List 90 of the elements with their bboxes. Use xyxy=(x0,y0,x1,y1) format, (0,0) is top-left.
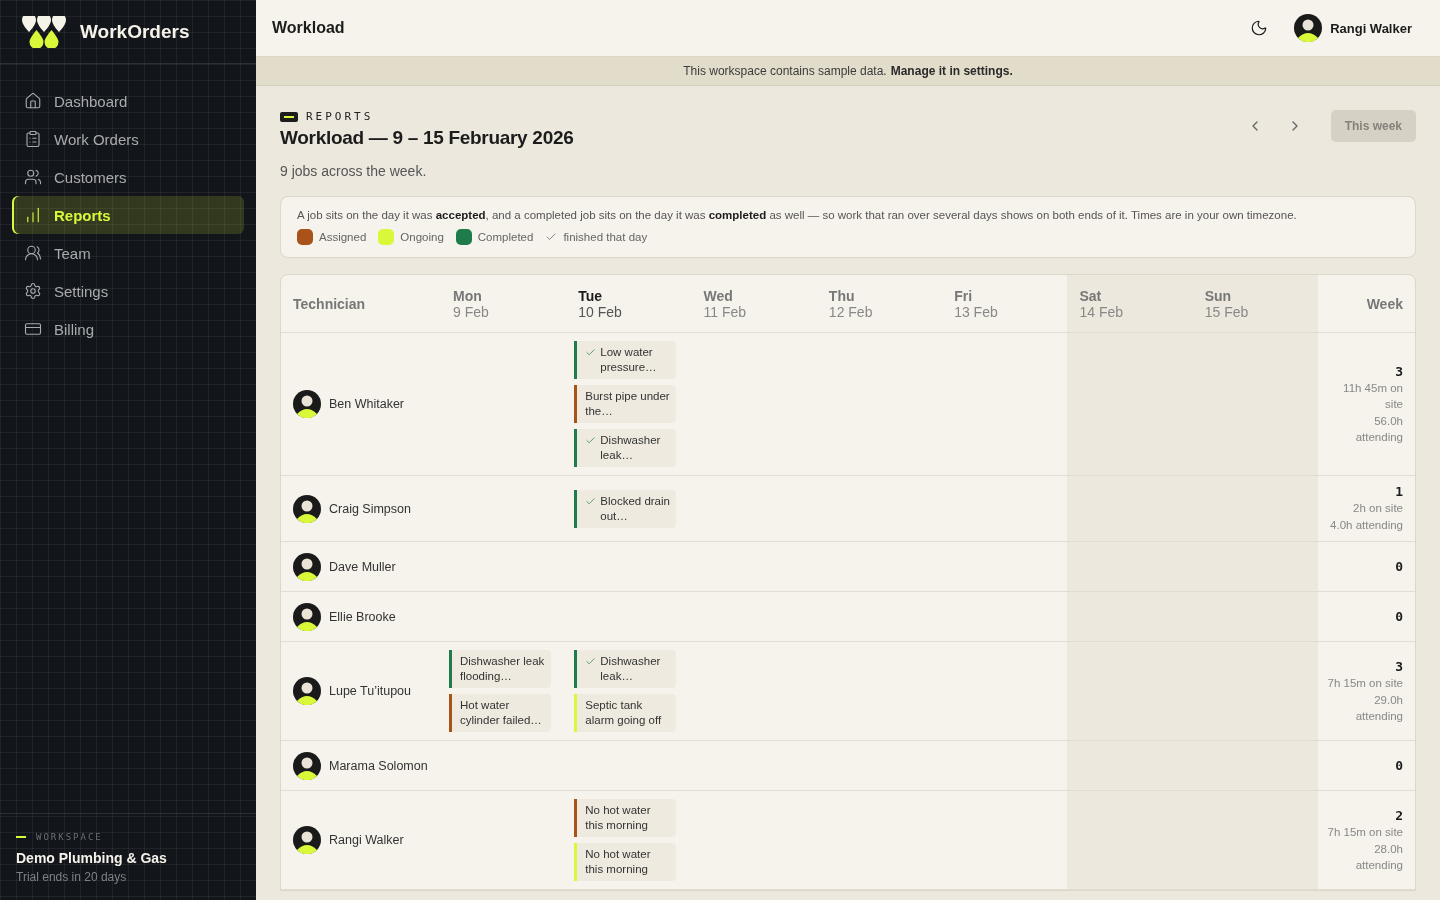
legend-label: finished that day xyxy=(563,231,648,243)
banner-text: This workspace contains sample data. Manage it in settings. xyxy=(683,64,1013,78)
workspace-name: Demo Plumbing & Gas xyxy=(16,850,168,866)
job-count: 0 xyxy=(1395,559,1403,574)
date-heading: 11 Feb xyxy=(703,303,747,320)
day-heading: Sun xyxy=(1204,287,1232,304)
day-heading: Sat xyxy=(1079,287,1102,304)
nav-icon xyxy=(24,206,42,224)
page-title: Workload xyxy=(272,19,346,37)
avatar-icon xyxy=(293,494,321,523)
brand-name: WorkOrders xyxy=(80,20,190,43)
job-card[interactable]: Blocked drain out… xyxy=(574,489,677,528)
workspace-label: WORKSPACE xyxy=(16,832,240,842)
legend-label: Ongoing xyxy=(400,231,444,243)
technician-name: Craig Simpson xyxy=(329,501,411,516)
job-count: 2 xyxy=(1395,807,1403,823)
report-title: Workload — 9 – 15 February 2026 xyxy=(280,127,575,149)
job-card[interactable]: No hot water this morning xyxy=(574,843,677,881)
moon-icon[interactable] xyxy=(1250,19,1269,37)
job-count: 0 xyxy=(1395,609,1403,624)
avatar-icon xyxy=(293,390,321,418)
settings-link[interactable]: Manage it in settings. xyxy=(890,64,1013,78)
nav-icon xyxy=(24,168,42,186)
sidebar-item[interactable]: Customers xyxy=(12,158,244,196)
job-count: 3 xyxy=(1395,363,1403,379)
reports-icon xyxy=(280,111,298,122)
technician-name: Ellie Brooke xyxy=(329,609,396,624)
technician-name: Dave Muller xyxy=(329,559,396,574)
nav-icon xyxy=(24,282,42,300)
sidebar-item[interactable]: Billing xyxy=(12,310,244,348)
day-heading: Tue xyxy=(578,287,603,304)
date-heading: 9 Feb xyxy=(453,303,489,320)
nav-icon xyxy=(24,320,42,338)
on-site-time: 7h 15m on site xyxy=(1327,675,1403,691)
avatar-icon xyxy=(293,751,321,780)
job-count: 1 xyxy=(1395,484,1403,499)
trial-text: Trial ends in 20 days xyxy=(16,870,128,884)
check-icon xyxy=(545,231,558,243)
attending-time: 56.0h attending xyxy=(1354,413,1403,445)
job-card[interactable]: Dishwasher leak… xyxy=(574,429,677,467)
attending-time: 4.0h attending xyxy=(1330,518,1403,533)
date-heading: 12 Feb xyxy=(828,303,873,320)
technician-name: Rangi Walker xyxy=(329,833,404,847)
legend-label: Completed xyxy=(477,231,534,243)
sidebar-item[interactable]: Dashboard xyxy=(12,82,244,120)
date-heading: 14 Feb xyxy=(1079,303,1123,320)
job-card[interactable]: Burst pipe under the… xyxy=(574,385,677,423)
technician-name: Ben Whitaker xyxy=(329,397,405,411)
date-heading: 15 Feb xyxy=(1204,303,1249,320)
avatar-icon xyxy=(293,677,321,705)
job-card[interactable]: Dishwasher leak flooding… xyxy=(449,650,551,688)
legend-label: Assigned xyxy=(319,231,367,243)
avatar-icon xyxy=(293,826,321,854)
day-heading: Mon xyxy=(453,287,482,304)
eyebrow-label: REPORTS xyxy=(306,110,374,123)
avatar-icon xyxy=(293,552,321,581)
on-site-time: 7h 15m on site xyxy=(1327,824,1403,840)
job-card[interactable]: Septic tank alarm going off xyxy=(574,694,677,732)
on-site-time: 2h on site xyxy=(1353,501,1403,516)
job-card[interactable]: No hot water this morning xyxy=(574,799,677,837)
sidebar-item[interactable]: Reports xyxy=(12,196,244,234)
report-subtitle: 9 jobs across the week. xyxy=(280,163,428,179)
technician-name: Marama Solomon xyxy=(329,758,428,773)
day-heading: Wed xyxy=(703,287,733,304)
logo-icon xyxy=(20,15,68,48)
job-count: 0 xyxy=(1395,758,1403,773)
attending-time: 29.0h attending xyxy=(1354,692,1403,724)
sidebar-item[interactable]: Work Orders xyxy=(12,120,244,158)
attending-time: 28.0h attending xyxy=(1354,841,1403,873)
job-card[interactable]: Dishwasher leak… xyxy=(574,650,677,688)
date-heading: 13 Feb xyxy=(954,303,998,320)
job-count: 3 xyxy=(1395,658,1403,674)
nav-icon xyxy=(24,92,42,110)
sidebar-item[interactable]: Settings xyxy=(12,272,244,310)
nav-icon xyxy=(24,244,42,262)
technician-name: Lupe Tu’itupou xyxy=(329,684,411,698)
nav-icon xyxy=(24,130,42,148)
column-heading: Week xyxy=(1366,295,1403,312)
date-heading: 10 Feb xyxy=(578,303,622,320)
explanation-text: A job sits on the day it was accepted, and a completed job sits on the day it was completed as well — so work that ran over several days shows on both ends of it. Times are in your own timezone. xyxy=(297,209,1298,221)
job-card[interactable]: Low water pressure… xyxy=(574,341,677,379)
day-heading: Fri xyxy=(954,287,973,304)
avatar-icon xyxy=(293,602,321,631)
on-site-time: 11h 45m on site xyxy=(1342,380,1403,412)
column-heading: Technician xyxy=(293,295,366,312)
job-card[interactable]: Hot water cylinder failed… xyxy=(449,694,551,732)
user-name[interactable]: Rangi Walker xyxy=(1330,20,1412,36)
day-heading: Thu xyxy=(828,287,855,304)
sidebar-item[interactable]: Team xyxy=(12,234,244,272)
avatar-icon xyxy=(1294,14,1323,42)
